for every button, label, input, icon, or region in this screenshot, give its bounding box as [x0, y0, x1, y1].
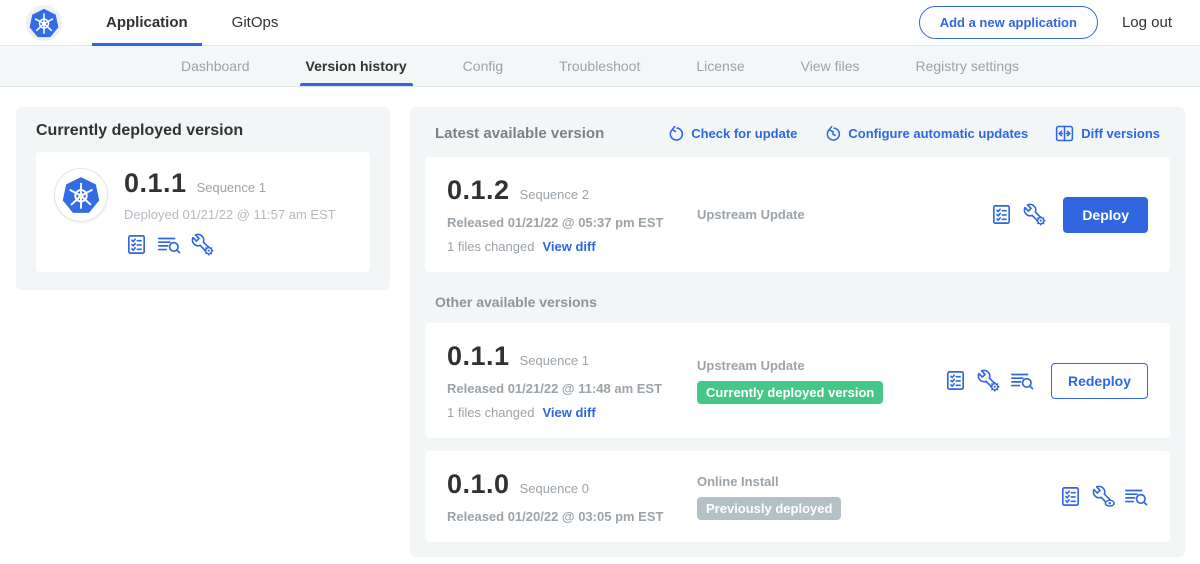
version-source-label: Upstream Update [697, 207, 989, 222]
view-diff-link[interactable]: View diff [542, 405, 595, 420]
view-logs-icon[interactable] [1124, 485, 1148, 509]
tab-registry-settings[interactable]: Registry settings [888, 46, 1047, 86]
diff-versions-label: Diff versions [1081, 126, 1160, 141]
app-sub-nav: Dashboard Version history Config Trouble… [0, 46, 1200, 87]
tab-application[interactable]: Application [92, 0, 202, 45]
release-notes-icon[interactable] [944, 369, 968, 393]
tab-view-files[interactable]: View files [773, 46, 888, 86]
version-card-0-1-1: 0.1.1 Sequence 1 Released 01/21/22 @ 11:… [425, 323, 1170, 438]
tab-license[interactable]: License [668, 46, 772, 86]
tab-config[interactable]: Config [435, 46, 531, 86]
currently-deployed-badge: Currently deployed version [697, 381, 883, 404]
currently-deployed-title: Currently deployed version [36, 122, 370, 140]
check-for-update-label: Check for update [691, 126, 797, 141]
view-logs-icon[interactable] [157, 232, 181, 256]
version-number: 0.1.1 [447, 341, 510, 372]
refresh-icon [666, 124, 685, 143]
tab-gitops-label: GitOps [232, 14, 279, 31]
app-logo [54, 168, 108, 222]
version-source-label: Upstream Update [697, 358, 944, 373]
release-notes-icon[interactable] [1058, 485, 1082, 509]
version-number: 0.1.0 [447, 469, 510, 500]
edit-config-icon[interactable] [1022, 203, 1046, 227]
deployed-timestamp: Deployed 01/21/22 @ 11:57 am EST [124, 207, 336, 222]
sequence-label: Sequence 1 [520, 353, 589, 368]
release-notes-icon[interactable] [989, 203, 1013, 227]
view-config-icon[interactable] [1091, 485, 1115, 509]
kubernetes-logo [26, 5, 62, 41]
released-timestamp: Released 01/20/22 @ 03:05 pm EST [447, 509, 697, 524]
deploy-button[interactable]: Deploy [1063, 197, 1148, 233]
configure-automatic-updates-label: Configure automatic updates [848, 126, 1028, 141]
version-card-0-1-0: 0.1.0 Sequence 0 Released 01/20/22 @ 03:… [425, 451, 1170, 542]
topnav-tabs: Application GitOps [84, 0, 300, 45]
configure-automatic-updates-link[interactable]: Configure automatic updates [823, 124, 1028, 143]
files-changed-label: 1 files changed [447, 405, 534, 420]
tab-dashboard[interactable]: Dashboard [153, 46, 278, 86]
other-available-versions-title: Other available versions [435, 294, 1170, 310]
files-changed-label: 1 files changed [447, 239, 534, 254]
released-timestamp: Released 01/21/22 @ 11:48 am EST [447, 381, 697, 396]
view-logs-icon[interactable] [1010, 369, 1034, 393]
version-number: 0.1.2 [447, 175, 510, 206]
view-diff-link[interactable]: View diff [542, 239, 595, 254]
deployed-version-card: 0.1.1 Sequence 1 Deployed 01/21/22 @ 11:… [36, 152, 370, 272]
diff-versions-link[interactable]: Diff versions [1054, 123, 1160, 144]
top-nav: Application GitOps Add a new application… [0, 0, 1200, 46]
available-versions-panel: Latest available version Check for updat… [410, 107, 1185, 557]
tab-version-history[interactable]: Version history [278, 46, 435, 86]
tab-troubleshoot[interactable]: Troubleshoot [531, 46, 668, 86]
version-source-label: Online Install [697, 474, 1058, 489]
release-notes-icon[interactable] [124, 232, 148, 256]
edit-config-icon[interactable] [977, 369, 1001, 393]
redeploy-button[interactable]: Redeploy [1051, 363, 1148, 399]
sequence-label: Sequence 0 [520, 481, 589, 496]
check-for-update-link[interactable]: Check for update [666, 124, 797, 143]
currently-deployed-panel: Currently deployed version 0.1.1 Sequenc… [16, 107, 390, 290]
deployed-sequence-label: Sequence 1 [197, 180, 266, 195]
tab-gitops[interactable]: GitOps [218, 0, 293, 45]
diff-icon [1054, 123, 1075, 144]
deployed-version-number: 0.1.1 [124, 168, 187, 199]
main-content: Currently deployed version 0.1.1 Sequenc… [0, 87, 1200, 557]
released-timestamp: Released 01/21/22 @ 05:37 pm EST [447, 215, 697, 230]
version-card-0-1-2: 0.1.2 Sequence 2 Released 01/21/22 @ 05:… [425, 157, 1170, 272]
previously-deployed-badge: Previously deployed [697, 497, 841, 520]
sequence-label: Sequence 2 [520, 187, 589, 202]
add-new-application-button[interactable]: Add a new application [919, 6, 1098, 39]
topnav-right: Add a new application Log out [919, 6, 1172, 39]
tab-application-label: Application [106, 14, 188, 31]
logout-button[interactable]: Log out [1122, 14, 1172, 31]
latest-available-title: Latest available version [435, 125, 604, 142]
automatic-updates-icon [823, 124, 842, 143]
edit-config-icon[interactable] [190, 232, 214, 256]
